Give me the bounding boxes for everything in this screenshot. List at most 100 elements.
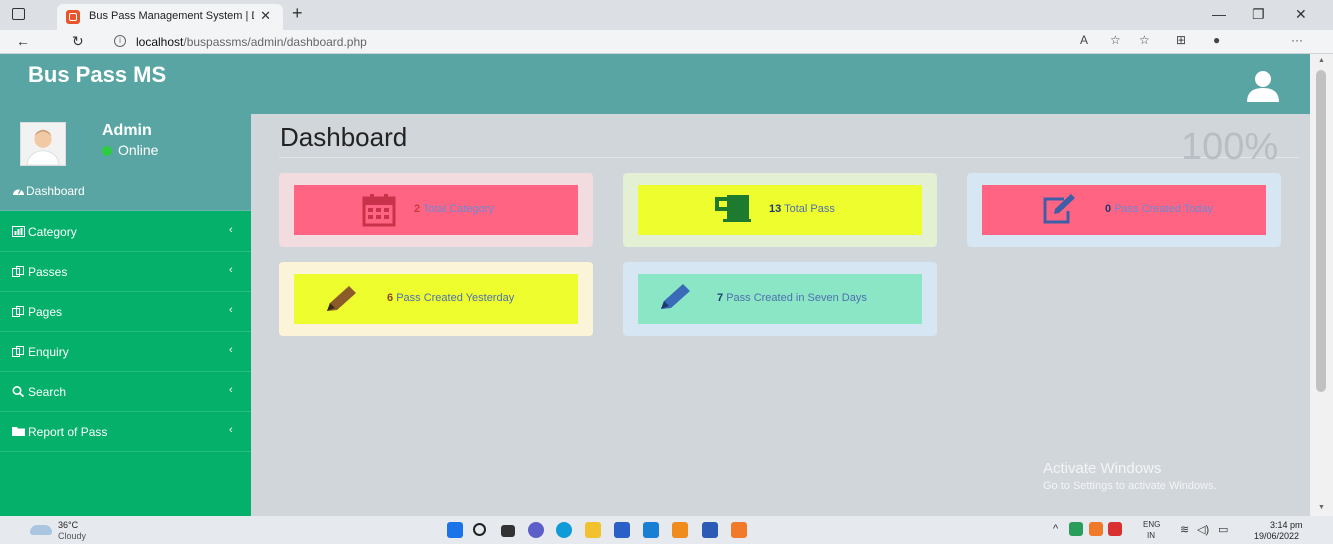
file-explorer-icon[interactable] xyxy=(585,522,601,538)
scroll-thumb[interactable] xyxy=(1316,70,1326,392)
chat-icon[interactable] xyxy=(528,522,544,538)
minimize-icon[interactable]: — xyxy=(1212,6,1226,22)
volume-icon[interactable]: ◁) xyxy=(1197,523,1209,536)
tray-alert-icon[interactable] xyxy=(1108,522,1122,536)
battery-icon[interactable]: ▭ xyxy=(1218,523,1228,536)
brand-title[interactable]: Bus Pass MS xyxy=(28,62,166,88)
tray-app-icon[interactable] xyxy=(1069,522,1083,536)
language-indicator[interactable]: ENG xyxy=(1143,520,1160,529)
user-icon[interactable] xyxy=(1245,70,1281,102)
xampp-icon[interactable] xyxy=(731,522,747,538)
title-divider xyxy=(279,157,1299,158)
sidebar-item-search[interactable]: Search ‹ xyxy=(0,372,251,412)
chevron-left-icon: ‹ xyxy=(229,344,233,356)
cloud-icon[interactable] xyxy=(30,525,52,535)
stat-card-body: 6 Pass Created Yesterday xyxy=(294,274,578,324)
mail-icon[interactable] xyxy=(643,522,659,538)
browser-tab-bar: Bus Pass Management System | D ✕ + — ❐ ✕ xyxy=(0,0,1333,30)
mug-icon xyxy=(715,195,751,222)
new-tab-icon[interactable]: + xyxy=(292,3,303,24)
progress-percent: 100% xyxy=(1181,126,1279,168)
window-close-icon[interactable]: ✕ xyxy=(1295,6,1307,23)
stat-card-body: 0 Pass Created Today xyxy=(982,185,1266,235)
watermark-subtitle: Go to Settings to activate Windows. xyxy=(1043,480,1217,492)
stat-card-text: 2 Total Category xyxy=(414,203,494,215)
stat-value: 2 xyxy=(414,203,421,215)
tab-close-icon[interactable]: ✕ xyxy=(260,8,271,24)
read-aloud-icon[interactable]: A xyxy=(1080,33,1088,47)
stat-label: Pass Created Today xyxy=(1114,203,1214,215)
word-icon[interactable] xyxy=(702,522,718,538)
profile-status-label: Online xyxy=(118,142,159,158)
stat-card-total-pass[interactable]: 13 Total Pass xyxy=(623,173,937,247)
favicon-icon xyxy=(66,10,80,24)
weather-temp[interactable]: 36°C xyxy=(58,520,78,530)
sidebar-item-pages[interactable]: Pages ‹ xyxy=(0,292,251,332)
address-bar: ← ↻ i localhost/buspassms/admin/dashboar… xyxy=(0,30,1333,54)
profile-icon[interactable]: ● xyxy=(1213,33,1220,47)
sidebar-item-dashboard[interactable]: Dashboard xyxy=(0,171,251,211)
sidebar-item-enquiry[interactable]: Enquiry ‹ xyxy=(0,332,251,372)
refresh-icon[interactable]: ↻ xyxy=(72,33,84,50)
pencil-icon xyxy=(327,286,356,311)
weather-condition[interactable]: Cloudy xyxy=(58,531,86,541)
page-title: Dashboard xyxy=(280,122,408,152)
url-host: localhost xyxy=(136,35,184,49)
clock-date[interactable]: 19/06/2022 xyxy=(1254,531,1299,541)
favorite-add-icon[interactable]: ☆ xyxy=(1110,33,1121,47)
stat-card-pass-created-yesterday[interactable]: 6 Pass Created Yesterday xyxy=(279,262,593,336)
chevron-left-icon: ‹ xyxy=(229,304,233,316)
wifi-icon[interactable]: ≋ xyxy=(1180,523,1189,536)
browser-tab[interactable]: Bus Pass Management System | D ✕ xyxy=(57,4,283,30)
task-view-icon[interactable] xyxy=(501,525,515,537)
vlc-icon[interactable] xyxy=(672,522,688,538)
page-scrollbar[interactable]: ▲ ▼ xyxy=(1310,54,1333,516)
more-icon[interactable]: ··· xyxy=(1291,33,1303,47)
favorites-icon[interactable]: ☆ xyxy=(1139,33,1150,47)
stat-label: Total Pass xyxy=(784,203,835,215)
stat-card-total-category[interactable]: 2 Total Category xyxy=(279,173,593,247)
store-icon[interactable] xyxy=(614,522,630,538)
site-info-icon[interactable]: i xyxy=(114,35,126,47)
taskbar-search-icon[interactable] xyxy=(473,523,486,536)
stat-label: Pass Created Yesterday xyxy=(396,292,515,304)
back-icon[interactable]: ← xyxy=(16,33,30,49)
stat-card-pass-created-in-seven-days[interactable]: 7 Pass Created in Seven Days xyxy=(623,262,937,336)
url-field[interactable]: localhost/buspassms/admin/dashboard.php xyxy=(136,35,367,49)
url-path: /buspassms/admin/dashboard.php xyxy=(183,35,367,49)
sidebar-item-category[interactable]: Category ‹ xyxy=(0,212,251,252)
online-dot-icon xyxy=(102,146,112,157)
sidebar-item-passes[interactable]: Passes ‹ xyxy=(0,252,251,292)
stat-card-body: 7 Pass Created in Seven Days xyxy=(638,274,922,324)
stat-value: 7 xyxy=(717,292,724,304)
windows-start-icon[interactable] xyxy=(447,522,463,538)
stat-label: Total Category xyxy=(422,203,494,215)
sidebar: Admin Online Dashboard Category ‹ Passes… xyxy=(0,114,251,516)
profile-status: Online xyxy=(102,142,158,158)
clock-time[interactable]: 3:14 pm xyxy=(1270,520,1303,530)
scroll-up-icon[interactable]: ▲ xyxy=(1318,57,1325,64)
restore-icon[interactable]: ❐ xyxy=(1252,6,1265,23)
collections-icon[interactable]: ⊞ xyxy=(1176,33,1186,47)
stat-value: 0 xyxy=(1105,203,1112,215)
sidebar-item-report-of-pass[interactable]: Report of Pass ‹ xyxy=(0,412,251,452)
edge-icon[interactable] xyxy=(556,522,572,538)
tab-actions-icon[interactable] xyxy=(12,8,25,20)
tray-chevron-icon[interactable]: ^ xyxy=(1053,523,1058,535)
taskbar: 36°C Cloudy ^ ENG IN ≋ ◁) ▭ 3:14 pm 19/0… xyxy=(0,516,1333,544)
stat-value: 13 xyxy=(769,203,782,215)
stat-label: Pass Created in Seven Days xyxy=(726,292,867,304)
tab-title: Bus Pass Management System | D xyxy=(89,10,254,22)
sidebar-item-label: Passes xyxy=(28,265,68,279)
stat-card-body: 13 Total Pass xyxy=(638,185,922,235)
region-indicator[interactable]: IN xyxy=(1147,531,1155,540)
stat-value: 6 xyxy=(387,292,394,304)
sidebar-profile: Admin Online xyxy=(0,114,251,171)
scroll-down-icon[interactable]: ▼ xyxy=(1318,504,1325,511)
tray-xampp-icon[interactable] xyxy=(1089,522,1103,536)
watermark-title: Activate Windows xyxy=(1043,460,1162,477)
stat-card-pass-created-today[interactable]: 0 Pass Created Today xyxy=(967,173,1281,247)
chevron-left-icon: ‹ xyxy=(229,384,233,396)
pencil-icon xyxy=(661,284,690,309)
app-header: Bus Pass MS xyxy=(0,54,1310,114)
